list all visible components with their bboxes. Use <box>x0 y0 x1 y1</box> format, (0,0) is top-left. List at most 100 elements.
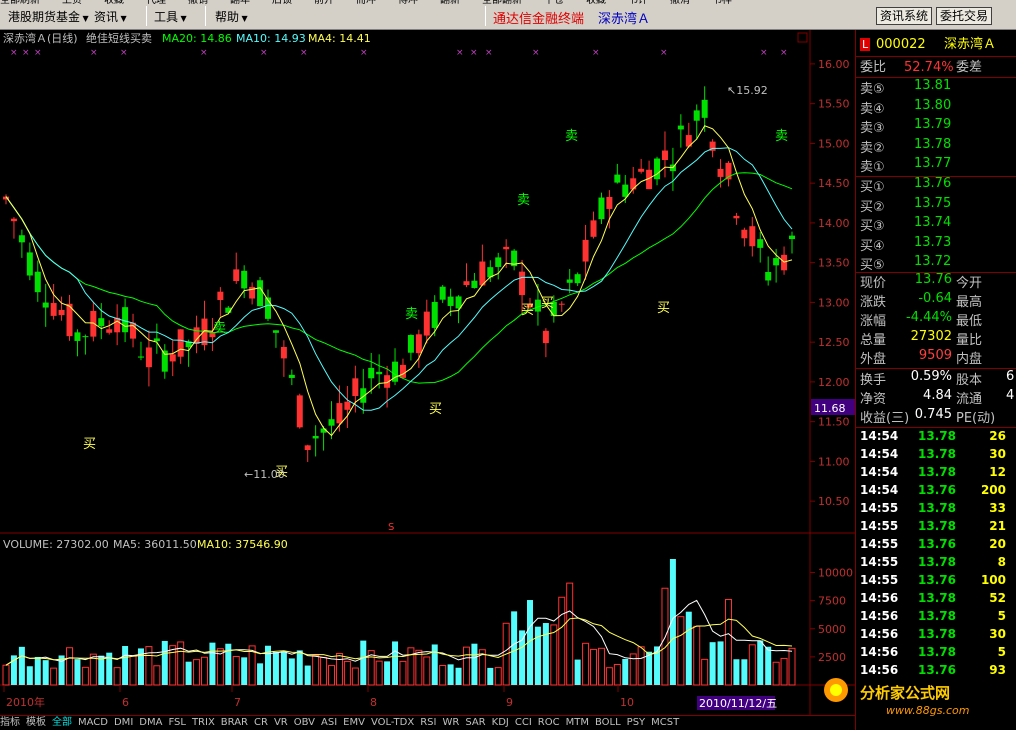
toolbar-item[interactable]: 书评 <box>628 0 648 5</box>
indicator-tab[interactable]: MACD <box>78 716 108 730</box>
toolbar-item[interactable]: 全部翻新 <box>482 0 522 5</box>
candle-body <box>479 261 486 286</box>
indicator-tab[interactable]: DMA <box>139 716 162 730</box>
tick-volume: 200 <box>980 483 1006 497</box>
volume-bar <box>519 630 526 685</box>
indicator-tab[interactable]: MTM <box>566 716 589 730</box>
volume-bar <box>447 664 454 685</box>
indicator-tab[interactable]: 模板 <box>26 716 46 730</box>
buy-level-label: 买④ <box>860 238 885 254</box>
volume-bar <box>18 646 25 685</box>
indicator-tab[interactable]: VOL-TDX <box>371 716 414 730</box>
date-label: 2010年 <box>6 695 45 709</box>
tick-price: 13.78 <box>918 627 956 641</box>
divider <box>146 6 147 26</box>
indicator-tab[interactable]: RSI <box>420 716 436 730</box>
indicator-tab[interactable]: KDJ <box>492 716 509 730</box>
toolbar-item[interactable]: 全部刷新 <box>0 0 40 5</box>
indicator-tab[interactable]: VR <box>274 716 288 730</box>
volume-bar <box>360 640 367 685</box>
stat-label: 总量 <box>860 333 887 348</box>
toolbar-item[interactable]: 代理 <box>146 0 166 5</box>
candle-body <box>614 174 621 183</box>
indicator-tab[interactable]: CCI <box>515 716 532 730</box>
indicator-tab[interactable]: BOLL <box>595 716 621 730</box>
indicator-tab[interactable]: FSL <box>168 716 186 730</box>
toolbar-item[interactable]: 后锁 <box>272 0 292 5</box>
candle-body <box>10 218 17 222</box>
tick-volume: 100 <box>980 573 1006 587</box>
signal-mark: × <box>200 48 208 58</box>
watermark-url: www.88gs.com <box>886 704 970 717</box>
volume-bar <box>646 651 653 685</box>
toolbar-item[interactable]: 平仓 <box>544 0 564 5</box>
indicator-tab[interactable]: TRIX <box>192 716 215 730</box>
indicator-tab[interactable]: 全部 <box>52 716 72 730</box>
menu-tools[interactable]: 工具 ▼ <box>154 8 187 25</box>
candle-body <box>749 226 756 247</box>
indicator-tab[interactable]: SAR <box>465 716 485 730</box>
toolbar-item[interactable]: 书样 <box>712 0 732 5</box>
candle-body <box>145 347 152 368</box>
menu-help[interactable]: 帮助 ▼ <box>215 8 248 25</box>
news-system-button[interactable]: 资讯系统 <box>876 7 933 25</box>
candle-body <box>153 338 160 342</box>
indicator-tab[interactable]: EMV <box>343 716 365 730</box>
toolbar-item[interactable]: 翻年 <box>230 0 250 5</box>
toolbar-item[interactable]: 傅冲 <box>398 0 418 5</box>
signal-mark: × <box>660 48 668 58</box>
indicator-tab[interactable]: CR <box>254 716 268 730</box>
tick-time: 14:54 <box>860 429 899 443</box>
candle-body <box>519 271 526 296</box>
menu-news[interactable]: 资讯 ▼ <box>94 8 127 25</box>
volume-tick-label: 2500 <box>818 651 846 664</box>
candle-body <box>74 332 81 341</box>
volume-bar <box>471 643 478 685</box>
toolbar-item[interactable]: 翻新 <box>440 0 460 5</box>
tick-volume: 30 <box>989 447 1006 461</box>
volume-bar <box>272 652 279 685</box>
indicator-tab[interactable]: PSY <box>627 716 646 730</box>
indicator-tab[interactable]: 指标 <box>0 716 20 730</box>
volume-bar <box>669 559 676 685</box>
tick-time: 14:55 <box>860 501 899 515</box>
candle-body <box>82 336 89 338</box>
candle-body <box>288 374 295 378</box>
tick-volume: 21 <box>989 519 1006 533</box>
indicator-tab[interactable]: OBV <box>294 716 315 730</box>
toolbar-item[interactable]: 撤消 <box>670 0 690 5</box>
indicator-tab[interactable]: DMI <box>114 716 133 730</box>
toolbar-item[interactable]: 收藏 <box>104 0 124 5</box>
stat-value: -4.44% <box>906 310 952 325</box>
candle-body <box>296 395 303 428</box>
toolbar-item[interactable]: 而冲 <box>356 0 376 5</box>
toolbar-item[interactable]: 收藏 <box>586 0 606 5</box>
candle-body <box>598 197 605 220</box>
order-trade-button[interactable]: 委托交易 <box>936 7 993 25</box>
tick-volume: 26 <box>989 429 1006 443</box>
kline-chart[interactable]: 深赤湾Ａ(日线) 绝佳短线买卖 MA20: 14.86 MA10: 14.93 … <box>0 30 855 715</box>
stat-value: 13.76 <box>914 272 952 287</box>
tick-volume: 20 <box>989 537 1006 551</box>
indicator-tab[interactable]: ASI <box>321 716 337 730</box>
candle-body <box>423 311 430 336</box>
volume-bar <box>757 640 764 685</box>
indicator-tab[interactable]: ROC <box>538 716 560 730</box>
wei-cha-label: 委差 <box>956 60 983 75</box>
stat-label: 量比 <box>956 333 983 348</box>
candle-body <box>177 329 184 357</box>
sell-signal: 卖 <box>565 129 578 144</box>
toolbar-item[interactable]: 撤销 <box>188 0 208 5</box>
date-tag-text: 2010/11/12/五 <box>699 697 777 710</box>
menu-hk-futures[interactable]: 港股期货基金 ▼ <box>8 8 89 25</box>
indicator-tab[interactable]: WR <box>442 716 459 730</box>
signal-mark: × <box>470 48 478 58</box>
ma4-label: MA4: 14.41 <box>308 32 371 45</box>
indicator-tab[interactable]: BRAR <box>221 716 248 730</box>
tick-price: 13.78 <box>918 609 956 623</box>
toolbar-item[interactable]: 上负 <box>62 0 82 5</box>
toolbar-item[interactable]: 前开 <box>314 0 334 5</box>
buy-signal: 买 <box>521 303 534 318</box>
indicator-tab[interactable]: MCST <box>651 716 679 730</box>
sell-level-price: 13.80 <box>914 97 952 113</box>
